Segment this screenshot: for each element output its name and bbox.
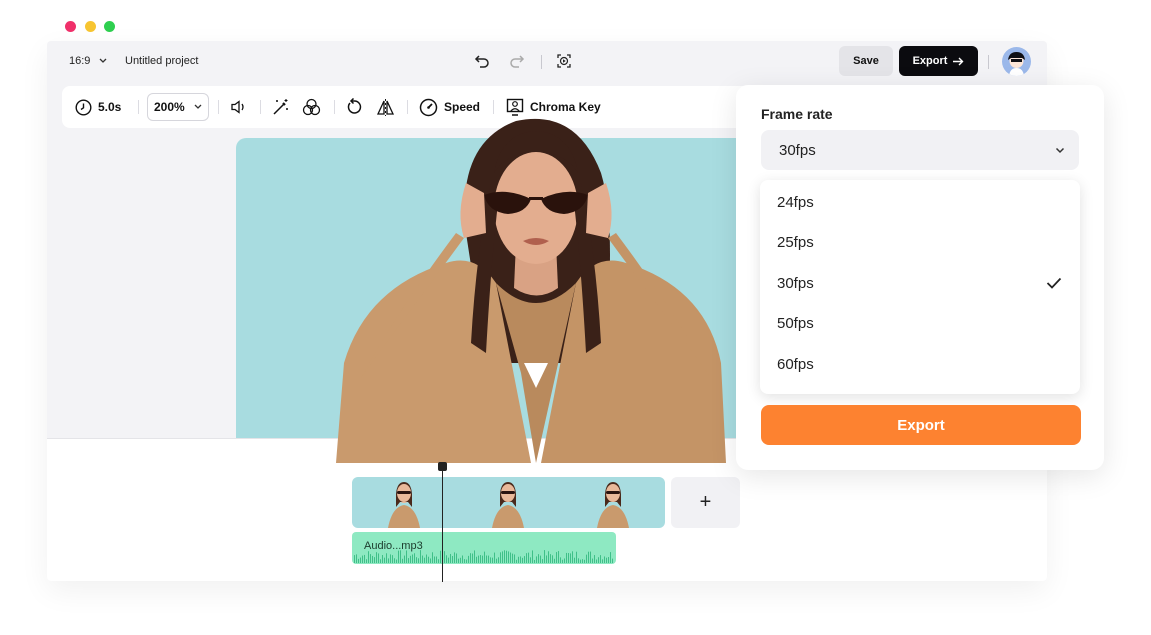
- option-label: 24fps: [777, 193, 814, 211]
- frame-rate-title: Frame rate: [761, 106, 833, 122]
- clip-thumbnail: [561, 477, 665, 528]
- redo-icon: [510, 55, 525, 68]
- aspect-ratio-label: 16:9: [69, 55, 91, 67]
- divider: [138, 100, 139, 114]
- frame-rate-selected: 30fps: [779, 141, 816, 159]
- video-clip[interactable]: [352, 477, 665, 528]
- frame-rate-option[interactable]: 30fps: [760, 263, 1080, 303]
- project-name-label: Untitled project: [125, 55, 199, 67]
- divider: [334, 100, 335, 114]
- duration-control[interactable]: 5.0s: [75, 86, 121, 128]
- divider: [218, 100, 219, 114]
- option-label: 25fps: [777, 233, 814, 251]
- zoom-value: 200%: [154, 100, 185, 114]
- chroma-key-label: Chroma Key: [530, 100, 601, 114]
- speed-label: Speed: [444, 100, 481, 114]
- option-label: 60fps: [777, 355, 814, 373]
- preview-play-icon: [557, 54, 571, 68]
- frame-rate-select[interactable]: 30fps: [761, 130, 1079, 170]
- frame-rate-options: 24fps 25fps 30fps 50fps 60fps: [760, 180, 1080, 394]
- audio-track-label: Audio...mp3: [364, 540, 423, 552]
- magic-wand-icon: [273, 99, 288, 115]
- magic-effects-button[interactable]: [272, 86, 290, 128]
- top-bar: 16:9 Untitled project Save Export: [47, 41, 1047, 83]
- frame-rate-option[interactable]: 25fps: [760, 222, 1080, 262]
- export-button-label: Export: [912, 55, 948, 67]
- user-avatar-icon: [1008, 52, 1025, 76]
- export-button[interactable]: Export: [899, 46, 978, 76]
- duration-value: 5.0s: [98, 100, 122, 114]
- audio-track[interactable]: Audio...mp3: [352, 532, 616, 564]
- option-label: 50fps: [777, 314, 814, 332]
- export-confirm-button[interactable]: Export: [761, 405, 1081, 445]
- clip-thumbnail: [352, 477, 456, 528]
- clip-thumbnail: [456, 477, 560, 528]
- maximize-window-dot[interactable]: [104, 21, 115, 32]
- avatar[interactable]: [1002, 47, 1031, 76]
- divider: [493, 100, 494, 114]
- zoom-select[interactable]: 200%: [147, 93, 209, 121]
- option-label: 30fps: [777, 274, 814, 292]
- divider: [988, 55, 989, 69]
- arrow-right-icon: [953, 57, 964, 65]
- undo-button[interactable]: [473, 52, 491, 70]
- add-clip-button[interactable]: +: [671, 477, 740, 528]
- divider: [407, 100, 408, 114]
- playhead[interactable]: [442, 466, 443, 582]
- playhead-handle[interactable]: [438, 462, 447, 471]
- filters-icon: [302, 98, 321, 116]
- volume-button[interactable]: [230, 86, 247, 128]
- save-button[interactable]: Save: [839, 46, 893, 76]
- divider: [541, 55, 542, 69]
- speaker-icon: [231, 100, 244, 114]
- minimize-window-dot[interactable]: [85, 21, 96, 32]
- subject-person-image: [336, 118, 726, 463]
- project-name[interactable]: Untitled project: [125, 55, 198, 67]
- undo-icon: [474, 55, 489, 68]
- frame-rate-option[interactable]: 50fps: [760, 303, 1080, 343]
- filters-button[interactable]: [302, 86, 321, 128]
- aspect-ratio-select[interactable]: 16:9: [69, 55, 107, 67]
- frame-rate-option[interactable]: 60fps: [760, 344, 1080, 384]
- chevron-down-icon: [1055, 147, 1065, 153]
- redo-button[interactable]: [508, 52, 526, 70]
- chevron-down-icon: [99, 58, 107, 63]
- close-window-dot[interactable]: [65, 21, 76, 32]
- divider: [260, 100, 261, 114]
- checkmark-icon: [1046, 277, 1062, 289]
- chevron-down-icon: [194, 104, 202, 109]
- preview-button[interactable]: [555, 52, 573, 70]
- export-panel: Frame rate 30fps 24fps 25fps 30fps 50fps…: [736, 85, 1104, 470]
- clock-icon: [75, 98, 92, 116]
- frame-rate-option[interactable]: 24fps: [760, 182, 1080, 222]
